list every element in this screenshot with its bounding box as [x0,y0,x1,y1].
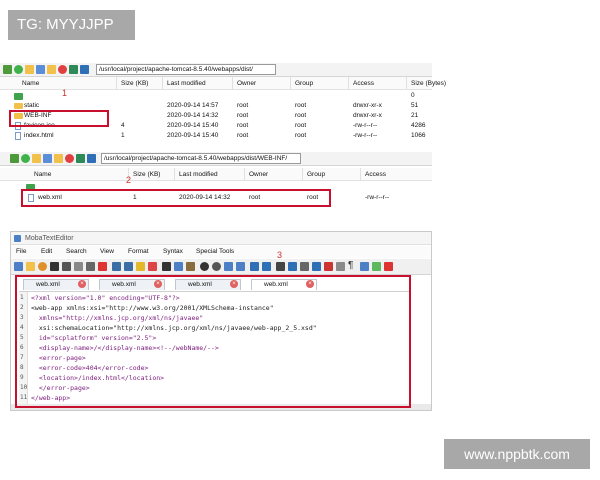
arrow-down-icon[interactable] [80,65,89,74]
col-access[interactable]: Access [365,171,386,178]
menu-edit[interactable]: Edit [41,248,52,255]
arrow-down-icon[interactable] [87,154,96,163]
goto-line-icon[interactable] [236,262,245,271]
new-folder-icon[interactable] [47,65,56,74]
up-folder-icon[interactable] [3,65,12,74]
close-file-icon[interactable] [98,262,107,271]
replace-icon[interactable] [224,262,233,271]
pane1-toolbar: /usr/local/project/apache-tomcat-8.5.40/… [0,63,432,77]
copy-icon[interactable] [174,262,183,271]
highlight-box-editor [15,275,411,408]
compare-icon[interactable] [250,262,259,271]
col-name[interactable]: Name [34,171,51,178]
col-size-kb[interactable]: Size (KB) [121,80,148,87]
col-modified[interactable]: Last modified [167,80,206,87]
upload-icon[interactable] [43,154,52,163]
new-file-icon[interactable] [14,262,23,271]
folder-icon [14,103,23,109]
app-icon [14,235,21,242]
col-access[interactable]: Access [353,80,374,87]
annotation-marker-1: 1 [62,88,68,98]
save-all-icon[interactable] [62,262,71,271]
col-owner[interactable]: Owner [249,171,268,178]
col-group[interactable]: Group [295,80,313,87]
col-group[interactable]: Group [307,171,325,178]
menu-file[interactable]: File [16,248,26,255]
path-field[interactable]: /usr/local/project/apache-tomcat-8.5.40/… [96,64,276,75]
watermark-site: www.nppbtk.com [444,439,590,469]
menu-syntax[interactable]: Syntax [163,248,183,255]
col-bytes[interactable]: Size (Bytes) [411,80,446,87]
highlight-icon[interactable] [372,262,381,271]
find-next-icon[interactable] [212,262,221,271]
annotation-marker-2: 2 [126,175,132,185]
file-pane-dist: /usr/local/project/apache-tomcat-8.5.40/… [0,63,446,145]
highlight-box-webxml [21,189,331,207]
upload-icon[interactable] [36,65,45,74]
cut-icon[interactable] [162,262,171,271]
open-file-icon[interactable] [26,262,35,271]
refresh-icon[interactable] [14,65,23,74]
save-as-icon[interactable] [74,262,83,271]
new-folder-icon[interactable] [54,154,63,163]
print-icon[interactable] [86,262,95,271]
table-row[interactable]: index.html 1 2020-09-14 15:40 root root … [0,131,432,141]
editor-menubar: File Edit Search View Format Syntax Spec… [11,246,431,258]
paste-icon[interactable] [186,262,195,271]
annotation-marker-3: 3 [277,250,283,260]
editor-title: MobaTextEditor [25,235,74,242]
pane2-toolbar: /usr/local/project/apache-tomcat-8.5.40/… [0,152,432,166]
col-modified[interactable]: Last modified [179,171,218,178]
menu-format[interactable]: Format [128,248,149,255]
undo-icon[interactable] [312,262,321,271]
redo-icon[interactable] [324,262,333,271]
recent-icon[interactable] [38,262,47,271]
editor-toolbar: ¶ [11,259,431,275]
open-folder-icon[interactable] [25,65,34,74]
mac-icon[interactable] [300,262,309,271]
col-name[interactable]: Name [22,80,39,87]
parent-folder-icon [14,93,23,100]
linux-icon[interactable] [276,262,285,271]
save-icon[interactable] [50,262,59,271]
menu-search[interactable]: Search [66,248,87,255]
pane2-header: Name Size (KB) Last modified Owner Group… [0,168,432,181]
menu-special-tools[interactable]: Special Tools [196,248,234,255]
refresh-icon[interactable] [21,154,30,163]
editor-titlebar: MobaTextEditor [11,232,431,245]
windows-icon[interactable] [288,262,297,271]
watermark-tag: TG: MYYJJPP [8,10,135,40]
file-icon [15,132,21,140]
col-size-kb[interactable]: Size (KB) [133,171,160,178]
find-icon[interactable] [200,262,209,271]
highlight-box-webinf [9,110,109,127]
open-folder-icon[interactable] [32,154,41,163]
up-folder-icon[interactable] [10,154,19,163]
exit-icon[interactable] [384,262,393,271]
unindent-icon[interactable] [124,262,133,271]
menu-view[interactable]: View [100,248,114,255]
path-field[interactable]: /usr/local/project/apache-tomcat-8.5.40/… [101,153,301,164]
select-icon[interactable] [336,262,345,271]
merge-icon[interactable] [262,262,271,271]
arrow-up-icon[interactable] [76,154,85,163]
arrow-up-icon[interactable] [69,65,78,74]
clear-bookmarks-icon[interactable] [148,262,157,271]
indent-icon[interactable] [112,262,121,271]
delete-icon[interactable] [65,154,74,163]
bookmark-icon[interactable] [136,262,145,271]
pilcrow-icon[interactable]: ¶ [348,260,353,271]
pencil-icon[interactable] [360,262,369,271]
col-owner[interactable]: Owner [237,80,256,87]
screenshot-stage: TG: MYYJJPP /usr/local/project/apache-to… [0,0,600,480]
delete-icon[interactable] [58,65,67,74]
